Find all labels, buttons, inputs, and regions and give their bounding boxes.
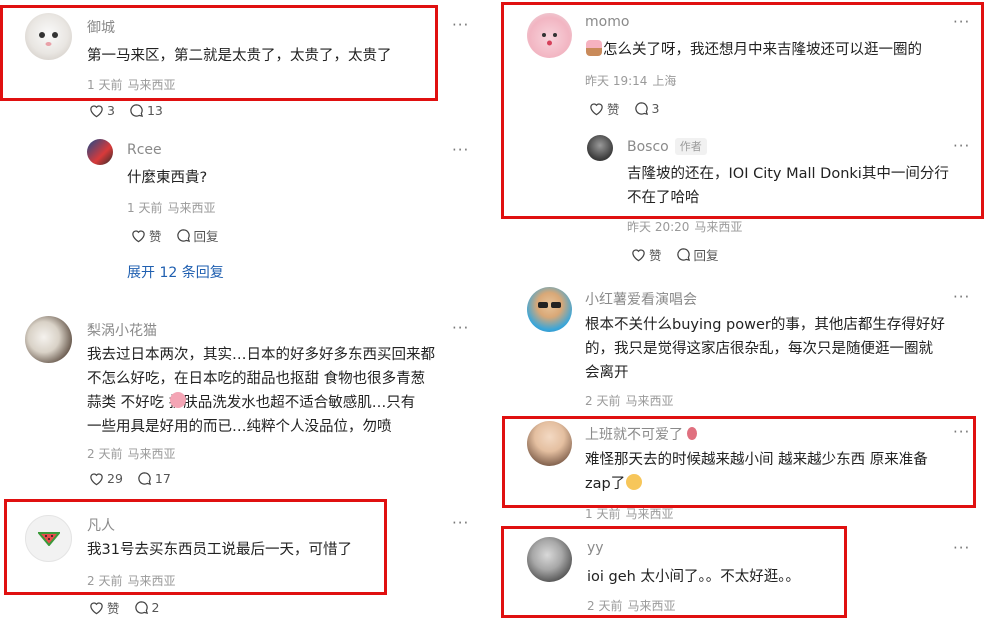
comment-text: 第一马来区，第二就是太贵了，太贵了，太贵了 xyxy=(87,48,392,64)
more-dots-icon[interactable]: ··· xyxy=(953,288,970,306)
comment-bubble-icon xyxy=(134,601,148,615)
avatar[interactable] xyxy=(527,13,572,58)
reply-button[interactable]: 回复 xyxy=(176,226,219,245)
comment-actions: 3 13 xyxy=(89,103,177,118)
username[interactable]: Bosco 作者 xyxy=(627,138,707,155)
heart-icon xyxy=(632,248,645,261)
comment-meta: 1 天前 马来西亚 xyxy=(87,78,176,92)
username[interactable]: 小红薯爱看演唱会 xyxy=(585,289,697,309)
crying-emoji-icon xyxy=(626,474,643,490)
comment-text: 难怪那天去的时候越来越小间 越来越少东西 原来准备 zap了 xyxy=(585,452,928,492)
more-dots-icon[interactable]: ··· xyxy=(452,16,469,34)
comment-text: 我31号去买东西员工说最后一天，可惜了 xyxy=(87,542,352,558)
username[interactable]: yy xyxy=(587,540,604,556)
cartoon-avatar-icon xyxy=(542,33,557,46)
comment-actions: 29 17 xyxy=(89,471,185,486)
comment-bubble-icon xyxy=(130,104,143,118)
comment-text: 什麼東西貴? xyxy=(127,170,208,186)
heart-icon xyxy=(90,104,103,117)
comment-meta: 2 天前 马来西亚 xyxy=(585,394,674,408)
pig-emoji-icon xyxy=(170,392,186,408)
more-dots-icon[interactable]: ··· xyxy=(953,13,970,31)
reply-button[interactable]: 2 xyxy=(134,600,159,615)
avatar[interactable] xyxy=(87,139,113,165)
avatar[interactable] xyxy=(25,515,72,562)
like-button[interactable]: 29 xyxy=(89,471,123,486)
watermelon-icon xyxy=(37,531,60,546)
username[interactable]: 凡人 xyxy=(87,515,115,535)
avatar[interactable] xyxy=(527,421,572,466)
more-dots-icon[interactable]: ··· xyxy=(452,141,469,159)
comment-text: 根本不关什么buying power的事，其他店都生存得好好 的，我只是觉得这家… xyxy=(585,317,945,381)
comment-actions: 赞 回复 xyxy=(131,226,233,245)
comment-meta: 2 天前 马来西亚 xyxy=(587,599,676,613)
comment-meta: 1 天前 马来西亚 xyxy=(127,201,216,215)
cat-avatar-icon xyxy=(39,32,58,46)
more-dots-icon[interactable]: ··· xyxy=(953,423,970,441)
like-button[interactable]: 赞 xyxy=(631,245,662,264)
avatar[interactable] xyxy=(25,316,72,363)
comment-meta: 2 天前 马来西亚 xyxy=(87,574,176,588)
reply-button[interactable]: 3 xyxy=(634,101,659,116)
heart-icon xyxy=(90,601,103,614)
like-button[interactable]: 3 xyxy=(89,103,115,118)
comment-meta: 昨天 19:14 上海 xyxy=(585,74,677,88)
comment-actions: 赞 回复 xyxy=(631,245,733,264)
more-dots-icon[interactable]: ··· xyxy=(452,514,469,532)
comment-meta: 昨天 20:20 马来西亚 xyxy=(627,220,743,234)
comment-bubble-icon xyxy=(176,229,190,243)
comment-text: ioi geh 太小间了。。不太好逛。。 xyxy=(587,569,800,585)
comment-bubble-icon xyxy=(676,248,690,262)
like-button[interactable]: 赞 xyxy=(89,598,120,617)
comment-text: 我去过日本两次，其实…日本的好多好多东西买回来都 不怎么好吃，在日本吃的甜品也抠… xyxy=(87,347,435,435)
sunglasses-avatar-icon xyxy=(538,302,561,308)
username[interactable]: 梨涡小花猫 xyxy=(87,320,157,340)
reply-button[interactable]: 回复 xyxy=(676,245,719,264)
avatar[interactable] xyxy=(527,537,572,582)
balloon-emoji-icon xyxy=(687,427,697,440)
more-dots-icon[interactable]: ··· xyxy=(953,539,970,557)
heart-icon xyxy=(90,472,103,485)
comment-meta: 2 天前 马来西亚 xyxy=(87,447,176,461)
comment-text: 吉隆坡的还在，IOI City Mall Donki其中一间分行 不在了哈哈 xyxy=(627,166,949,206)
comment-text: 怎么关了呀，我还想月中来吉隆坡还可以逛一圈的 xyxy=(585,38,985,62)
comment-actions: 赞 2 xyxy=(89,598,173,617)
heart-icon xyxy=(132,229,145,242)
more-dots-icon[interactable]: ··· xyxy=(452,319,469,337)
username[interactable]: 上班就不可爱了 xyxy=(585,424,697,444)
author-badge: 作者 xyxy=(674,138,707,155)
expand-replies-link[interactable]: 展开 12 条回复 xyxy=(127,262,224,282)
comment-bubble-icon xyxy=(138,472,151,486)
username[interactable]: momo xyxy=(585,14,629,30)
avatar[interactable] xyxy=(527,287,572,332)
username[interactable]: 御城 xyxy=(87,17,115,37)
comment-meta: 1 天前 马来西亚 xyxy=(585,507,674,521)
more-dots-icon[interactable]: ··· xyxy=(953,137,970,155)
cake-emoji-icon xyxy=(586,40,602,56)
avatar[interactable] xyxy=(587,135,613,161)
comment-actions: 赞 3 xyxy=(589,99,673,118)
heart-icon xyxy=(590,102,603,115)
username[interactable]: Rcee xyxy=(127,142,162,158)
like-button[interactable]: 赞 xyxy=(131,226,162,245)
reply-button[interactable]: 13 xyxy=(129,103,163,118)
like-button[interactable]: 赞 xyxy=(589,99,620,118)
comment-bubble-icon xyxy=(634,102,648,116)
reply-button[interactable]: 17 xyxy=(137,471,171,486)
avatar[interactable] xyxy=(25,13,72,60)
